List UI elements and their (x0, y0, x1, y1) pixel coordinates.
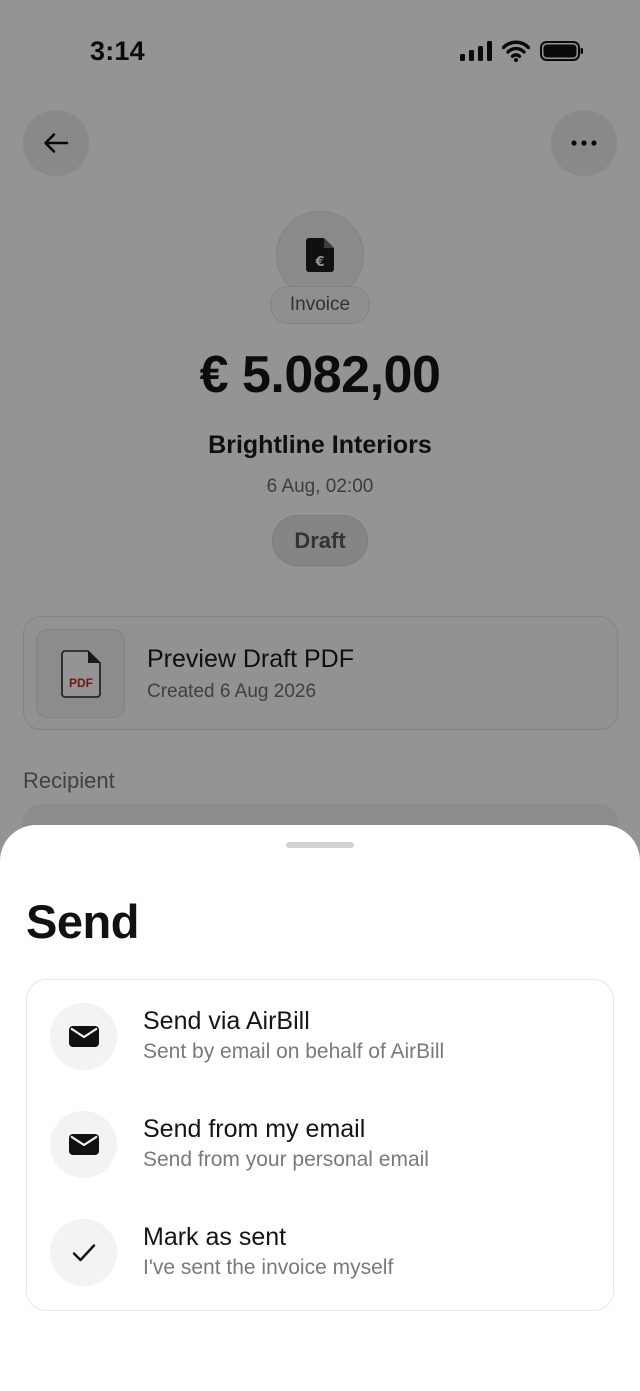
envelope-icon (68, 1134, 99, 1155)
option-icon-wrap (50, 1003, 117, 1070)
option-subtitle: Send from your personal email (143, 1148, 429, 1171)
checkmark-icon (72, 1243, 95, 1261)
option-icon-wrap (50, 1219, 117, 1286)
send-options-list: Send via AirBill Sent by email on behalf… (26, 979, 614, 1311)
send-via-airbill-option[interactable]: Send via AirBill Sent by email on behalf… (27, 992, 615, 1092)
option-subtitle: I've sent the invoice myself (143, 1256, 394, 1279)
sheet-drag-handle[interactable] (286, 842, 354, 848)
option-title: Send from my email (143, 1115, 366, 1143)
option-subtitle: Sent by email on behalf of AirBill (143, 1040, 445, 1063)
option-icon-wrap (50, 1111, 117, 1178)
sheet-title: Send (26, 895, 139, 948)
envelope-icon (68, 1026, 99, 1047)
send-from-my-email-option[interactable]: Send from my email Send from your person… (27, 1100, 615, 1200)
option-title: Send via AirBill (143, 1007, 310, 1035)
option-title: Mark as sent (143, 1223, 287, 1251)
mark-as-sent-option[interactable]: Mark as sent I've sent the invoice mysel… (27, 1208, 615, 1308)
send-bottom-sheet: Send Send via AirBill Sent by email on b… (0, 825, 640, 1391)
invoice-detail-screen: 3:14 € Invoice € 5.082,00 Brightline Int… (0, 0, 640, 1391)
